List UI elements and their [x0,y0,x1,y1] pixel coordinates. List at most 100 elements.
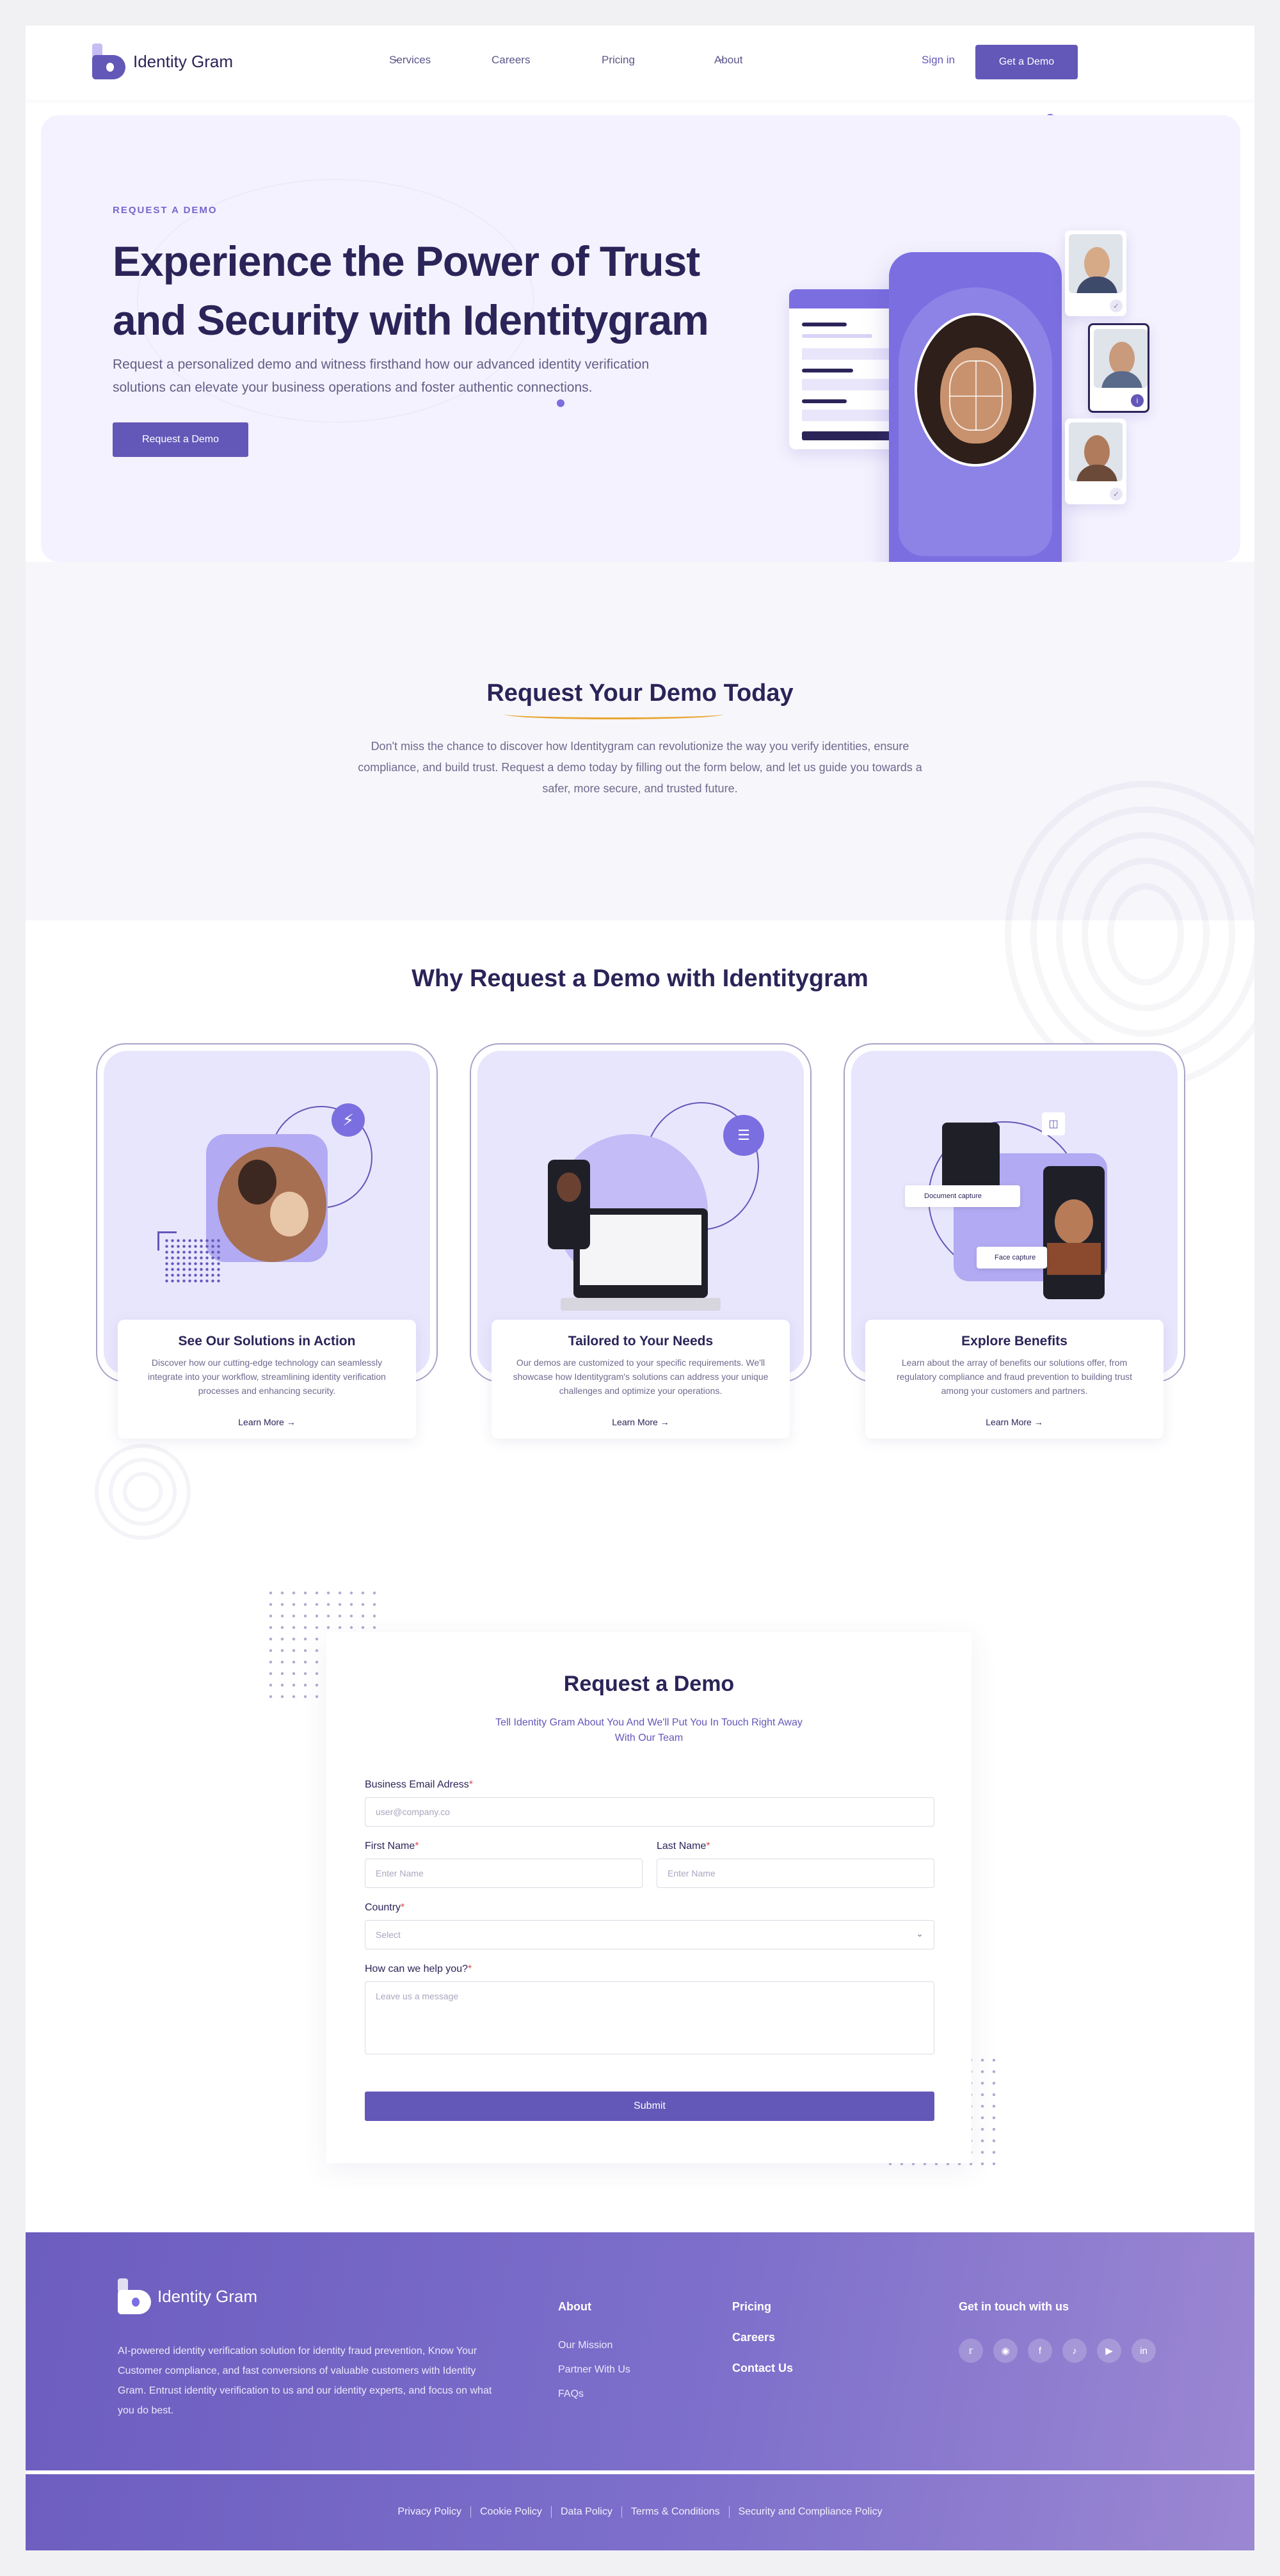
legal-links: Privacy Policy Cookie Policy Data Policy Te… [26,2506,1254,2518]
document-capture-label: Document capture [924,1192,982,1200]
learn-more-link[interactable]: Learn More → [118,1417,416,1427]
card-description: Our demos are customized to your specifi… [513,1357,769,1396]
country-select-value: Select [376,1930,401,1940]
social-links: 𝕣 ◉ f ♪ ▶ in [959,2339,1156,2363]
footer-link-faqs[interactable]: FAQs [558,2388,584,2400]
footer-logo[interactable]: Identity Gram [118,2278,257,2314]
learn-more-label: Learn More [986,1417,1032,1427]
learn-more-label: Learn More [238,1417,284,1427]
request-title: Request Your Demo Today [486,680,794,707]
request-description: Don't miss the chance to discover how Id… [358,740,922,795]
twitter-icon[interactable]: 𝕣 [959,2339,983,2363]
email-label: Business Email Adress* [365,1779,473,1791]
nav-item-careers[interactable]: Careers [492,54,530,67]
email-label-text: Business Email Adress [365,1779,469,1790]
required-mark: * [468,1779,473,1790]
terms-link[interactable]: Terms & Conditions [621,2506,729,2518]
footer-link-partner[interactable]: Partner With Us [558,2364,630,2376]
get-demo-button[interactable]: Get a Demo [975,45,1078,79]
hero-title: Experience the Power of Trust and Securi… [113,237,709,344]
document-capture-chip: Document capture [905,1185,1020,1207]
learn-more-link[interactable]: Learn More → [492,1417,790,1427]
nav-item-pricing[interactable]: Pricing [602,54,635,67]
face-capture-label: Face capture [995,1254,1036,1261]
verified-face-thumbnail: ✓ [1065,419,1126,504]
instagram-icon[interactable]: ◉ [993,2339,1018,2363]
top-nav: Identity Gram Services ⌄ Careers Pricing … [26,26,1254,100]
footer-link-our-mission[interactable]: Our Mission [558,2340,612,2351]
decor-dot [557,399,564,407]
hierarchy-icon: ◫ [1042,1112,1065,1135]
footer-link-contact[interactable]: Contact Us [732,2362,793,2375]
tiktok-icon[interactable]: ♪ [1062,2339,1087,2363]
card-text-solutions: See Our Solutions in Action Discover how… [118,1320,416,1439]
first-name-label: First Name* [365,1841,419,1852]
verified-face-thumbnail: i [1088,323,1149,413]
country-label-text: Country [365,1902,401,1913]
page: Identity Gram Services ⌄ Careers Pricing … [26,26,1254,2550]
logo[interactable]: Identity Gram [92,44,233,79]
request-demo-button[interactable]: Request a Demo [113,422,248,457]
help-label-text: How can we help you? [365,1964,468,1974]
data-policy-link[interactable]: Data Policy [550,2506,621,2518]
submit-button[interactable]: Submit [365,2092,934,2121]
security-policy-link[interactable]: Security and Compliance Policy [728,2506,892,2518]
demo-form: Request a Demo Tell Identity Gram About … [326,1632,972,2163]
first-name-field[interactable]: Enter Name [365,1859,643,1888]
required-mark: * [401,1902,405,1913]
arrow-right-icon: → [1034,1417,1043,1427]
facebook-icon[interactable]: f [1028,2339,1052,2363]
last-name-label: Last Name* [657,1841,710,1852]
face-capture-chip: Face capture [977,1247,1047,1268]
required-mark: * [467,1964,472,1974]
footer-contact-heading: Get in touch with us [959,2300,1069,2313]
email-field[interactable]: user@company.co [365,1797,934,1827]
first-name-label-text: First Name [365,1841,415,1852]
verified-face-thumbnail: ✓ [1065,230,1126,316]
sliders-icon: ☰ [723,1115,764,1156]
face-scan-phone-illustration [889,252,1062,562]
card-title: See Our Solutions in Action [178,1334,356,1348]
last-name-label-text: Last Name [657,1841,707,1852]
underline-swoosh [504,709,723,719]
country-select[interactable]: Select ⌄ [365,1920,934,1949]
footer-link-careers[interactable]: Careers [732,2331,775,2344]
lightning-icon: ⚡ [332,1103,365,1137]
country-label: Country* [365,1902,404,1914]
last-name-field[interactable]: Enter Name [657,1859,934,1888]
check-icon: ✓ [1110,488,1123,500]
why-title: Why Request a Demo with Identitygram [412,965,868,992]
youtube-icon[interactable]: ▶ [1097,2339,1121,2363]
arrow-right-icon: → [660,1417,669,1427]
arrow-right-icon: → [286,1417,296,1427]
footer: Identity Gram AI-powered identity verifi… [26,2232,1254,2550]
card-title: Tailored to Your Needs [568,1334,714,1348]
cookie-policy-link[interactable]: Cookie Policy [470,2506,551,2518]
card-description: Discover how our cutting-edge technology… [148,1357,386,1396]
circles-decor [95,1444,191,1540]
learn-more-link[interactable]: Learn More → [865,1417,1164,1427]
message-textarea[interactable]: Leave us a message [365,1981,934,2054]
required-mark: * [706,1841,710,1852]
form-title: Request a Demo [563,1672,735,1696]
sign-in-link[interactable]: Sign in [922,54,955,67]
card-text-tailored: Tailored to Your Needs Our demos are cus… [492,1320,790,1439]
logo-mark-icon [92,44,125,79]
chevron-down-icon: ⌄ [916,1928,924,1939]
chevron-down-icon: ⌄ [393,54,400,63]
linkedin-icon[interactable]: in [1132,2339,1156,2363]
learn-more-label: Learn More [612,1417,658,1427]
footer-about-heading: About [558,2300,591,2313]
hero-section: REQUEST A DEMO Experience the Power of T… [41,115,1240,562]
form-subtitle: Tell Identity Gram About You And We'll P… [495,1717,803,1743]
check-icon: ✓ [1110,300,1123,312]
card-description: Learn about the array of benefits our so… [896,1357,1133,1396]
chevron-down-icon: ⌄ [718,54,725,63]
required-mark: * [415,1841,419,1852]
hero-description: Request a personalized demo and witness … [113,357,650,395]
footer-link-pricing[interactable]: Pricing [732,2300,771,2314]
help-label: How can we help you?* [365,1964,472,1975]
privacy-policy-link[interactable]: Privacy Policy [388,2506,470,2518]
footer-divider [26,2470,1254,2474]
logo-text: Identity Gram [133,51,234,71]
